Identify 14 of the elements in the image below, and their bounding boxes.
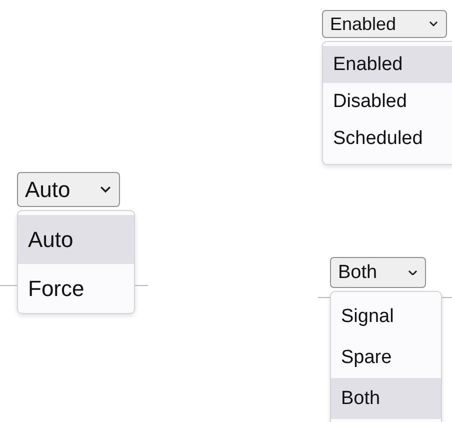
- menu-option[interactable]: Both: [331, 378, 441, 419]
- menu-option[interactable]: Scheduled: [323, 120, 452, 157]
- menu-option[interactable]: Disabled: [323, 83, 452, 120]
- menu-option[interactable]: Signal: [331, 296, 441, 337]
- dropdown-button[interactable]: Both: [330, 257, 426, 288]
- chevron-icon: [100, 186, 111, 193]
- chevron-icon: [408, 270, 417, 276]
- menu-option[interactable]: Auto: [18, 215, 134, 264]
- menu-option[interactable]: Enabled: [323, 46, 452, 83]
- menu-option[interactable]: Force: [18, 264, 134, 313]
- menu-option[interactable]: Spare: [331, 337, 441, 378]
- dropdown-button[interactable]: Enabled: [322, 10, 447, 38]
- dropdown-button[interactable]: Auto: [17, 172, 120, 207]
- chevron-icon: [429, 21, 438, 27]
